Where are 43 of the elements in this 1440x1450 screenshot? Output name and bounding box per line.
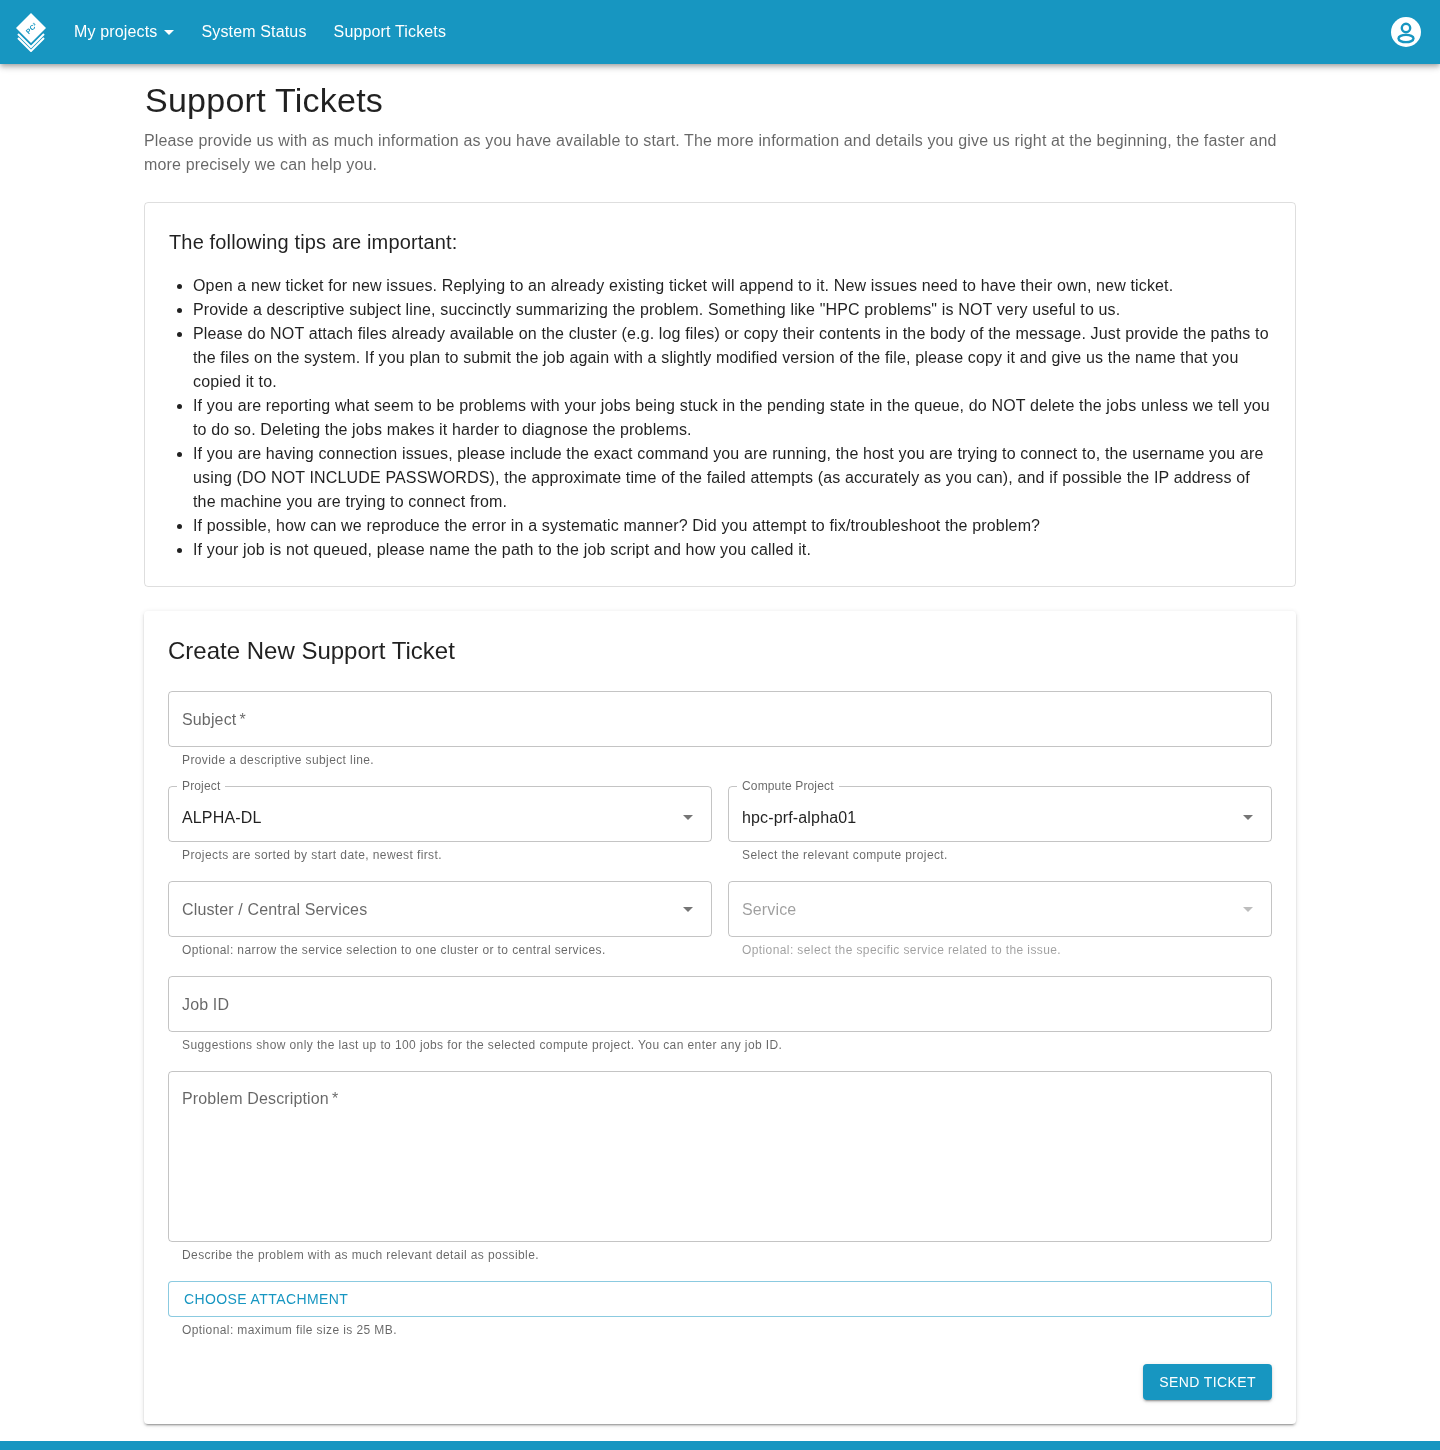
caret-icon	[1243, 815, 1253, 820]
dropdown-field[interactable]: Compute Project hpc-prf-alpha01	[728, 779, 1272, 842]
caret-icon	[164, 29, 175, 35]
attachment-button[interactable]: CHOOSE ATTACHMENT	[168, 1281, 1272, 1317]
bullet-icon	[177, 524, 182, 529]
nav-link[interactable]: Support Tickets	[321, 14, 459, 50]
helper-text: Projects are sorted by start date, newest first.	[182, 847, 443, 864]
bullet-icon	[177, 404, 182, 409]
input-field[interactable]: Job ID	[168, 976, 1272, 1032]
tips-heading: The following tips are important:	[169, 230, 459, 255]
tip-text: If your job is not queued, please name the path to the job script and how you called it.	[193, 540, 813, 560]
text-area[interactable]: Problem Description *	[168, 1071, 1272, 1242]
bullet-icon	[177, 548, 182, 553]
helper-text: Provide a descriptive subject line.	[182, 752, 376, 769]
bullet-icon	[177, 308, 182, 313]
dropdown-field[interactable]: Cluster / Central Services	[168, 881, 712, 937]
nav-menu-button[interactable]: My projects	[62, 14, 187, 50]
account-icon[interactable]	[1391, 17, 1421, 47]
intro-text: Please provide us with as much information as you have available to start. The more information and details you give us right at the beginning, the faster and more precisely we can help you.	[144, 131, 1278, 175]
helper-text: Optional: narrow the service selection to one cluster or to central services.	[182, 942, 607, 959]
send-button[interactable]: SEND TICKET	[1143, 1364, 1272, 1400]
bullet-icon	[177, 284, 182, 289]
tip-text: If you are having connection issues, please include the exact command you are running, the host you are trying to connect to, the username you are using (DO NOT INCLUDE PASSWORDS), the approximate time of the failed attempts (as accurately as you can), and if possible the IP address of the machine you are trying to connect from.	[193, 444, 1265, 512]
form-title: Create New Support Ticket	[168, 636, 456, 666]
caret-icon	[683, 815, 693, 820]
tip-text: Please do NOT attach files already available on the cluster (e.g. log files) or copy their contents in the body of the message. Just provide the paths to the files on the system. If you plan to submit the job again with a slightly modified version of the file, please copy it and give us the name that you copied it to.	[193, 324, 1270, 392]
tip-text: Provide a descriptive subject line, succinctly summarizing the problem. Something like "HPC problems" is NOT very useful to us.	[193, 300, 1122, 320]
nav-link[interactable]: System Status	[189, 14, 319, 50]
page-title: Support Tickets	[145, 80, 385, 121]
helper-text: Suggestions show only the last up to 100 jobs for the selected compute project. You can enter any job ID.	[182, 1037, 784, 1054]
input-field[interactable]: Subject *	[168, 691, 1272, 747]
caret-icon	[683, 906, 693, 912]
helper-text: Optional: maximum file size is 25 MB.	[182, 1322, 398, 1339]
helper-text: Describe the problem with as much relevant detail as possible.	[182, 1247, 540, 1264]
dropdown-field[interactable]: Project ALPHA-DL	[168, 779, 712, 842]
helper-text: Select the relevant compute project.	[742, 847, 949, 864]
caret-icon	[1243, 906, 1253, 912]
bullet-icon	[177, 452, 182, 457]
tip-text: Open a new ticket for new issues. Replying to an already existing ticket will append to it. New issues need to have their own, new ticket.	[193, 276, 1175, 296]
tip-text: If possible, how can we reproduce the error in a systematic manner? Did you attempt to fix/troubleshoot the problem?	[193, 516, 1042, 536]
bullet-icon	[177, 332, 182, 337]
helper-text: Optional: select the specific service related to the issue.	[742, 942, 1063, 959]
tip-text: If you are reporting what seem to be problems with your jobs being stuck in the pending state in the queue, do NOT delete the jobs unless we tell you to do so. Deleting the jobs makes it harder to diagnose the problems.	[193, 396, 1271, 440]
